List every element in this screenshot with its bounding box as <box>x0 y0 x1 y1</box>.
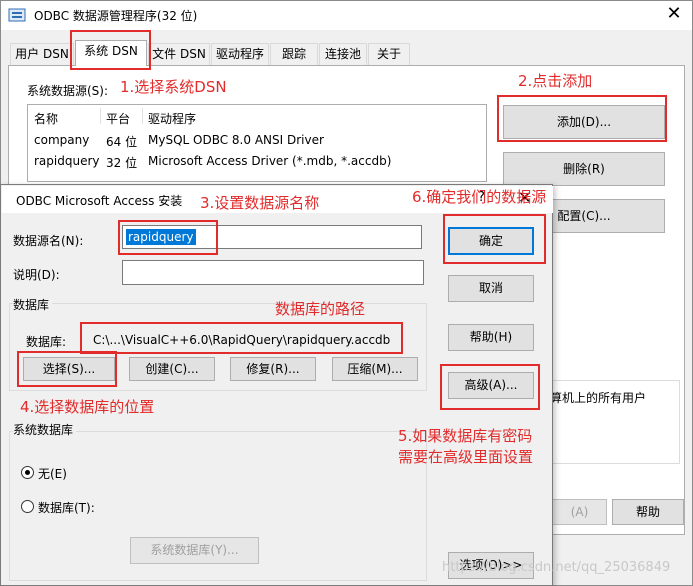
repair-db-button[interactable]: 修复(R)... <box>230 357 316 381</box>
system-dsn-list[interactable]: 名称 平台 驱动程序 company 64 位 MySQL ODBC 8.0 A… <box>27 104 487 182</box>
column-header-driver[interactable]: 驱动程序 <box>148 110 196 127</box>
row-company-name[interactable]: company <box>34 133 89 147</box>
select-db-button[interactable]: 选择(S)... <box>23 357 115 381</box>
radio-none[interactable] <box>21 466 34 479</box>
annotation-step4: 4.选择数据库的位置 <box>20 398 155 416</box>
system-db-group-label: 系统数据库 <box>13 421 77 438</box>
tab-tracing[interactable]: 跟踪 <box>270 43 318 65</box>
dialog-help-button[interactable]: 帮助(H) <box>448 324 534 351</box>
radio-database-label[interactable]: 数据库(T): <box>38 499 95 516</box>
tab-user-dsn[interactable]: 用户 DSN <box>10 43 74 65</box>
system-db-button[interactable]: 系统数据库(Y)... <box>130 537 259 564</box>
column-header-name[interactable]: 名称 <box>34 110 58 127</box>
advanced-button[interactable]: 高级(A)... <box>448 372 534 399</box>
tab-about[interactable]: 关于 <box>368 43 410 65</box>
row-rapidquery-name[interactable]: rapidquery <box>34 154 100 168</box>
column-divider <box>142 108 143 124</box>
tab-connection-pooling[interactable]: 连接池 <box>319 43 367 65</box>
dialog-title: ODBC Microsoft Access 安装 <box>16 194 183 208</box>
window-title: ODBC 数据源管理程序(32 位) <box>34 9 198 23</box>
tab-drivers[interactable]: 驱动程序 <box>211 43 269 65</box>
radio-database[interactable] <box>21 500 34 513</box>
dsn-name-input[interactable]: rapidquery <box>122 225 422 249</box>
database-group-label: 数据库 <box>13 296 53 313</box>
row-company-platform[interactable]: 64 位 <box>106 133 137 150</box>
row-company-driver[interactable]: MySQL ODBC 8.0 ANSI Driver <box>148 133 324 147</box>
column-header-platform[interactable]: 平台 <box>106 110 130 127</box>
annotation-step3: 3.设置数据源名称 <box>200 194 320 212</box>
annotation-step2: 2.点击添加 <box>518 72 593 90</box>
db-path-label: 数据库: <box>26 335 67 349</box>
remove-button[interactable]: 删除(R) <box>503 152 665 186</box>
close-icon[interactable]: ✕ <box>664 4 684 24</box>
create-db-button[interactable]: 创建(C)... <box>129 357 215 381</box>
annotation-step5-line2: 需要在高级里面设置 <box>398 448 534 466</box>
info-text: 算机上的所有用户 <box>550 391 647 405</box>
annotation-step1: 1.选择系统DSN <box>120 78 227 96</box>
row-rapidquery-driver[interactable]: Microsoft Access Driver (*.mdb, *.accdb) <box>148 154 391 168</box>
annotation-step5-line1: 5.如果数据库有密码 <box>398 427 533 445</box>
db-path-value: C:\...\VisualC++6.0\RapidQuery\rapidquer… <box>93 333 391 347</box>
add-button[interactable]: 添加(D)... <box>503 105 665 139</box>
cancel-button[interactable]: 取消 <box>448 275 534 302</box>
odbc-app-icon <box>8 8 26 22</box>
system-datasources-label: 系统数据源(S): <box>27 84 109 98</box>
ok-button[interactable]: 确定 <box>448 227 534 255</box>
description-label: 说明(D): <box>13 268 60 282</box>
tab-system-dsn[interactable]: 系统 DSN <box>75 40 147 66</box>
row-rapidquery-platform[interactable]: 32 位 <box>106 154 137 171</box>
compact-db-button[interactable]: 压缩(M)... <box>332 357 418 381</box>
annotation-step6: 6.确定我们的数据源 <box>412 188 547 206</box>
dsn-name-selected-text: rapidquery <box>126 229 196 245</box>
column-divider <box>100 108 101 124</box>
tab-file-dsn[interactable]: 文件 DSN <box>148 43 210 65</box>
access-setup-dialog: ODBC Microsoft Access 安装 ? ✕ 数据源名(N): ra… <box>0 184 553 586</box>
radio-none-label[interactable]: 无(E) <box>38 465 67 482</box>
main-help-button[interactable]: 帮助 <box>612 499 684 525</box>
dsn-name-label: 数据源名(N): <box>13 234 84 248</box>
watermark: https://blog.csdn.net/qq_25036849 <box>442 560 671 575</box>
description-input[interactable] <box>122 260 424 285</box>
apply-button[interactable]: (A) <box>552 499 607 525</box>
annotation-db-path: 数据库的路径 <box>275 300 366 318</box>
